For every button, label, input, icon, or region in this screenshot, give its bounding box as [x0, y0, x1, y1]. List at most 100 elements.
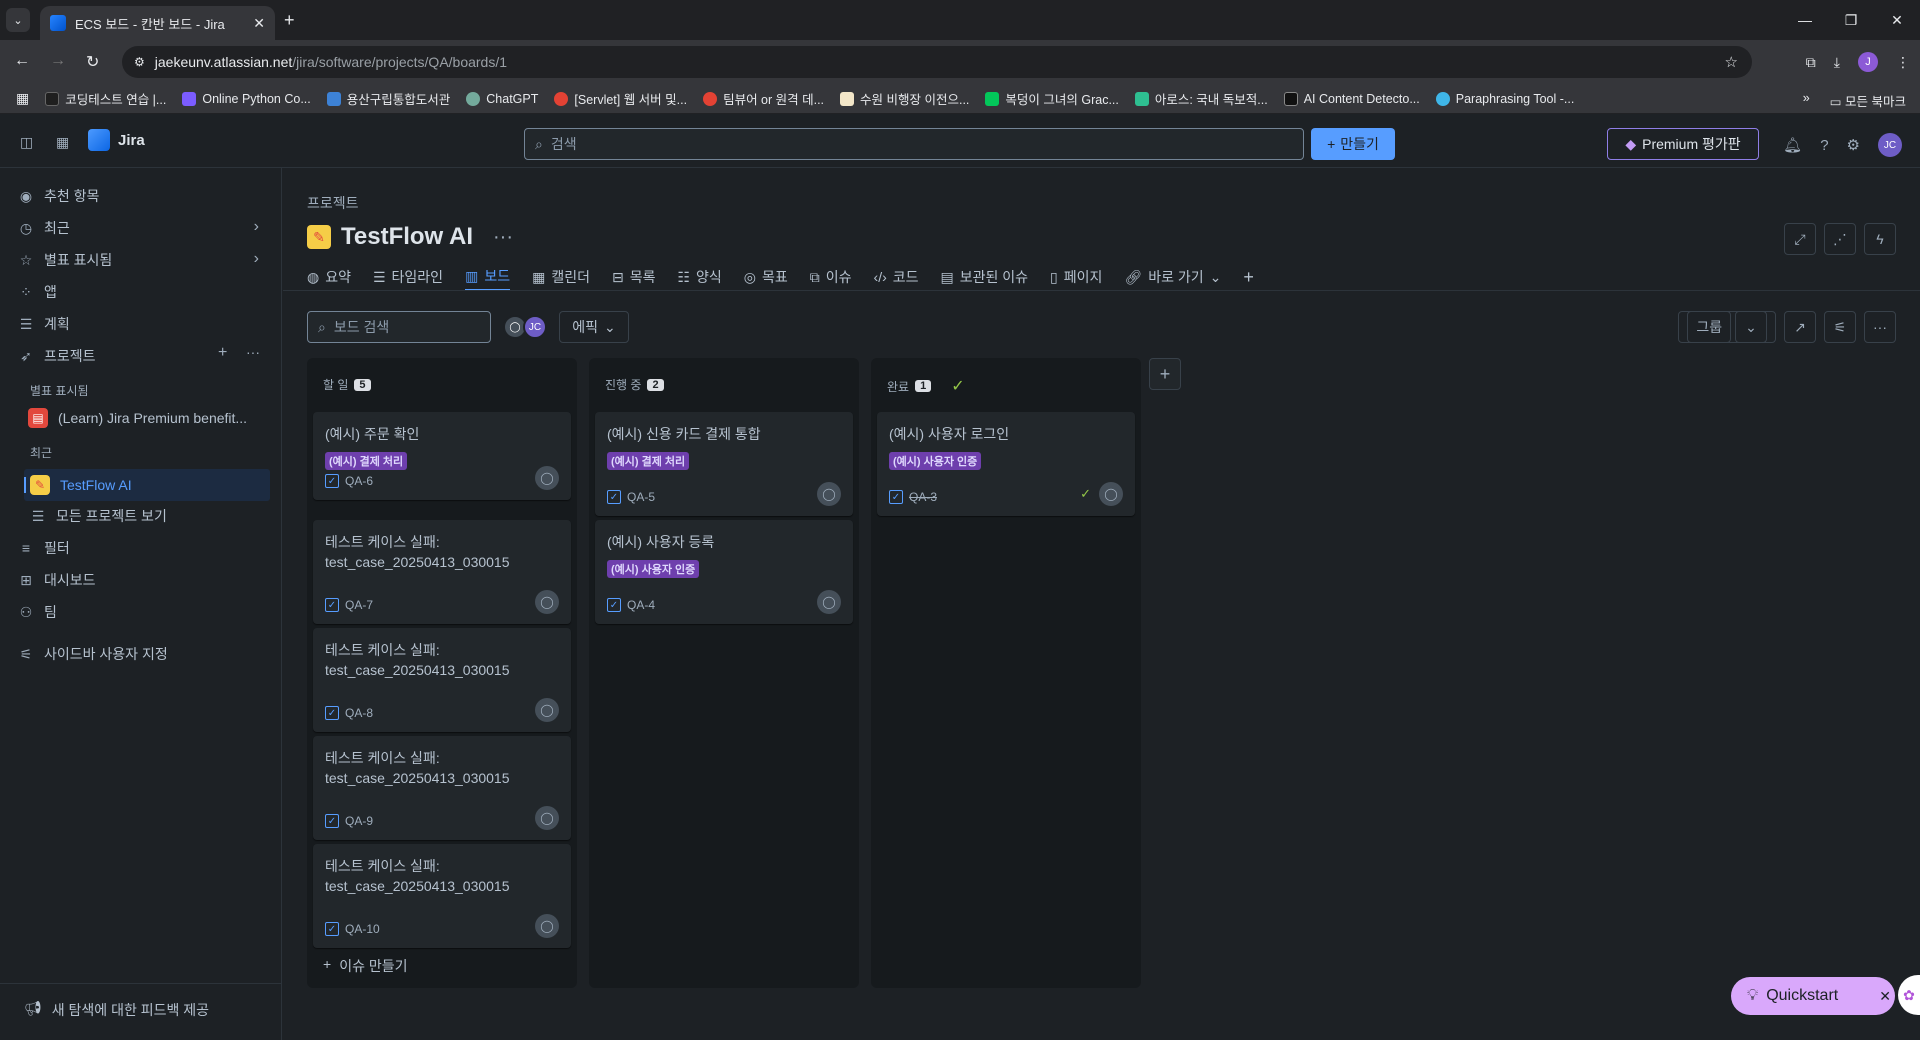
add-project-icon[interactable]: +	[218, 344, 227, 362]
bookmark-item[interactable]: AI Content Detecto...	[1283, 91, 1420, 106]
bookmark-item[interactable]: Paraphrasing Tool -...	[1435, 91, 1574, 106]
issue-card[interactable]: 테스트 케이스 실패: test_case_20250413_030015 ✓ Q…	[313, 520, 571, 624]
bookmark-item[interactable]: 팀뷰어 or 원격 데...	[703, 89, 824, 108]
insights-icon[interactable]: ↗	[1784, 311, 1816, 343]
bookmark-star-icon[interactable]: ☆	[1725, 53, 1738, 71]
issue-card[interactable]: 테스트 케이스 실패: test_case_20250413_030015 ✓ Q…	[313, 844, 571, 948]
restore-icon[interactable]: ❐	[1828, 0, 1874, 40]
bookmark-item[interactable]: 아로스: 국내 독보적...	[1134, 89, 1268, 108]
issue-card[interactable]: (예시) 사용자 로그인 (예시) 사용자 인증 ✓ QA-3 ✓ ◯	[877, 412, 1135, 516]
add-column-button[interactable]: +	[1149, 358, 1181, 390]
unassigned-avatar-icon[interactable]: ◯	[535, 590, 559, 614]
sidebar-toggle-icon[interactable]: ◫	[20, 134, 33, 151]
unassigned-avatar-icon[interactable]: ◯	[535, 806, 559, 830]
bookmark-item[interactable]: 복덩이 그녀의 Grac...	[985, 89, 1119, 108]
sidebar-customize[interactable]: ⚟ 사이드바 사용자 지정	[18, 644, 168, 664]
sidebar-item-for-you[interactable]: ◉ 추천 항목	[18, 186, 100, 206]
epic-filter-button[interactable]: 에픽 ⌄	[559, 311, 629, 343]
more-bookmarks-button[interactable]: »	[1803, 91, 1810, 110]
fullscreen-icon[interactable]: ⤢	[1784, 223, 1816, 255]
user-avatar[interactable]: JC	[1878, 133, 1902, 157]
notifications-icon[interactable]: 🔔︎	[1783, 136, 1802, 154]
bookmark-item[interactable]: Online Python Co...	[182, 91, 311, 106]
issue-card[interactable]: 테스트 케이스 실패: test_case_20250413_030015 ✓ Q…	[313, 628, 571, 732]
close-window-icon[interactable]: ✕	[1874, 0, 1920, 40]
url-bar[interactable]: ⚙ jaekeunv.atlassian.net/jira/software/p…	[122, 46, 1752, 78]
sidebar-project-learn[interactable]: ▤ (Learn) Jira Premium benefit...	[28, 408, 247, 428]
app-switcher-icon[interactable]: ▦	[56, 134, 69, 151]
reload-icon[interactable]: ↻	[86, 52, 99, 72]
issue-card[interactable]: (예시) 신용 카드 결제 통합 (예시) 결제 처리 ✓ QA-5 ◯	[595, 412, 853, 516]
tab-goals[interactable]: ◎ 목표	[744, 263, 788, 291]
tab-summary[interactable]: ◍ 요약	[307, 263, 351, 291]
tab-search-button[interactable]: ⌄	[6, 8, 30, 32]
create-issue-button[interactable]: + 이슈 만들기	[323, 956, 407, 976]
unassigned-avatar-icon[interactable]: ◯	[817, 590, 841, 614]
site-info-icon[interactable]: ⚙	[134, 55, 145, 69]
minimize-icon[interactable]: —	[1782, 0, 1828, 40]
browser-menu-icon[interactable]: ⋮	[1896, 54, 1910, 71]
breadcrumb[interactable]: 프로젝트	[307, 193, 359, 213]
tab-board[interactable]: ▥ 보드	[465, 263, 511, 291]
sidebar-item-starred[interactable]: ☆ 별표 표시됨	[18, 250, 113, 270]
tab-list[interactable]: ⊟ 목록	[612, 263, 656, 291]
tab-shortcuts[interactable]: 🔗︎ 바로 가기 ⌄	[1124, 263, 1221, 291]
issue-card[interactable]: (예시) 사용자 등록 (예시) 사용자 인증 ✓ QA-4 ◯	[595, 520, 853, 624]
forward-icon[interactable]: →	[50, 52, 66, 70]
bookmark-item[interactable]: ChatGPT	[466, 91, 538, 106]
sidebar-project-testflow[interactable]: ✎ TestFlow AI	[30, 475, 132, 495]
close-icon[interactable]: ✕	[1879, 988, 1891, 1005]
automation-bolt-icon[interactable]: ϟ	[1864, 223, 1896, 255]
new-tab-button[interactable]: +	[284, 10, 295, 31]
issue-card[interactable]: (예시) 주문 확인 (예시) 결제 처리 ✓ QA-6 ◯	[313, 412, 571, 500]
premium-trial-button[interactable]: ◆ Premium 평가판	[1607, 128, 1759, 160]
sidebar-item-apps[interactable]: ⁘ 앱	[18, 282, 57, 302]
unassigned-avatar-icon[interactable]: ◯	[1099, 482, 1123, 506]
more-icon[interactable]: ···	[1864, 311, 1896, 343]
create-button[interactable]: + 만들기	[1311, 128, 1395, 160]
chevron-right-icon[interactable]: ›	[254, 250, 259, 268]
extensions-icon[interactable]: ⧉	[1806, 54, 1816, 71]
issue-card[interactable]: 테스트 케이스 실패: test_case_20250413_030015 ✓ Q…	[313, 736, 571, 840]
tab-code[interactable]: ‹/› 코드	[874, 263, 919, 291]
bookmark-item[interactable]: [Servlet] 웹 서버 및...	[554, 89, 687, 108]
tab-timeline[interactable]: ☰ 타임라인	[373, 263, 443, 291]
global-search-input[interactable]: ⌕ 검색	[524, 128, 1304, 160]
tab-issues[interactable]: ⧉ 이슈	[810, 263, 852, 291]
back-icon[interactable]: ←	[14, 52, 30, 70]
browser-tab-active[interactable]: ECS 보드 - 칸반 보드 - Jira ✕	[40, 6, 275, 40]
help-icon[interactable]: ?	[1820, 137, 1828, 154]
sidebar-all-projects[interactable]: ☰ 모든 프로젝트 보기	[30, 506, 167, 526]
more-icon[interactable]: ···	[246, 344, 260, 360]
unassigned-avatar-icon[interactable]: ◯	[535, 914, 559, 938]
close-tab-icon[interactable]: ✕	[253, 15, 265, 32]
unassigned-avatar-icon[interactable]: ◯	[817, 482, 841, 506]
quickstart-button[interactable]: 💡︎ Quickstart ✕	[1731, 977, 1895, 1015]
sidebar-item-recent[interactable]: ◷ 최근	[18, 218, 264, 238]
profile-avatar[interactable]: J	[1858, 52, 1878, 72]
apps-grid-icon[interactable]: ▦	[16, 90, 29, 107]
tab-pages[interactable]: ▯ 페이지	[1050, 263, 1102, 291]
download-icon[interactable]: ⤓	[1834, 54, 1840, 71]
jira-logo[interactable]: Jira	[88, 129, 145, 151]
chevron-right-icon[interactable]: ›	[254, 218, 259, 236]
sidebar-item-dashboards[interactable]: ⊞ 대시보드	[18, 570, 95, 590]
feedback-link[interactable]: 📢︎ 새 탐색에 대한 피드백 제공	[24, 1000, 209, 1020]
sidebar-item-filters[interactable]: ≡ 필터	[18, 538, 70, 558]
board-search-input[interactable]: ⌕ 보드 검색	[307, 311, 491, 343]
tab-archived-issues[interactable]: ▤ 보관된 이슈	[941, 263, 1029, 291]
more-actions-icon[interactable]: ···	[493, 226, 513, 249]
settings-gear-icon[interactable]: ⚙	[1847, 136, 1860, 154]
bookmark-item[interactable]: 수원 비행장 이전으...	[840, 89, 969, 108]
assignee-avatar-jc[interactable]: JC	[523, 315, 547, 339]
all-bookmarks-folder[interactable]: ▭ 모든 북마크	[1830, 91, 1906, 110]
sidebar-item-plans[interactable]: ☰ 계획	[18, 314, 70, 334]
sidebar-item-teams[interactable]: ⚇ 팀	[18, 602, 57, 622]
sidebar-item-projects[interactable]: ➶ 프로젝트	[18, 346, 95, 366]
unassigned-avatar-icon[interactable]: ◯	[535, 466, 559, 490]
add-tab-button[interactable]: +	[1243, 263, 1254, 291]
view-settings-icon[interactable]: ⚟	[1824, 311, 1856, 343]
unassigned-avatar-icon[interactable]: ◯	[535, 698, 559, 722]
share-icon[interactable]: ⋰	[1824, 223, 1856, 255]
bookmark-item[interactable]: 코딩테스트 연습 |...	[45, 89, 166, 108]
